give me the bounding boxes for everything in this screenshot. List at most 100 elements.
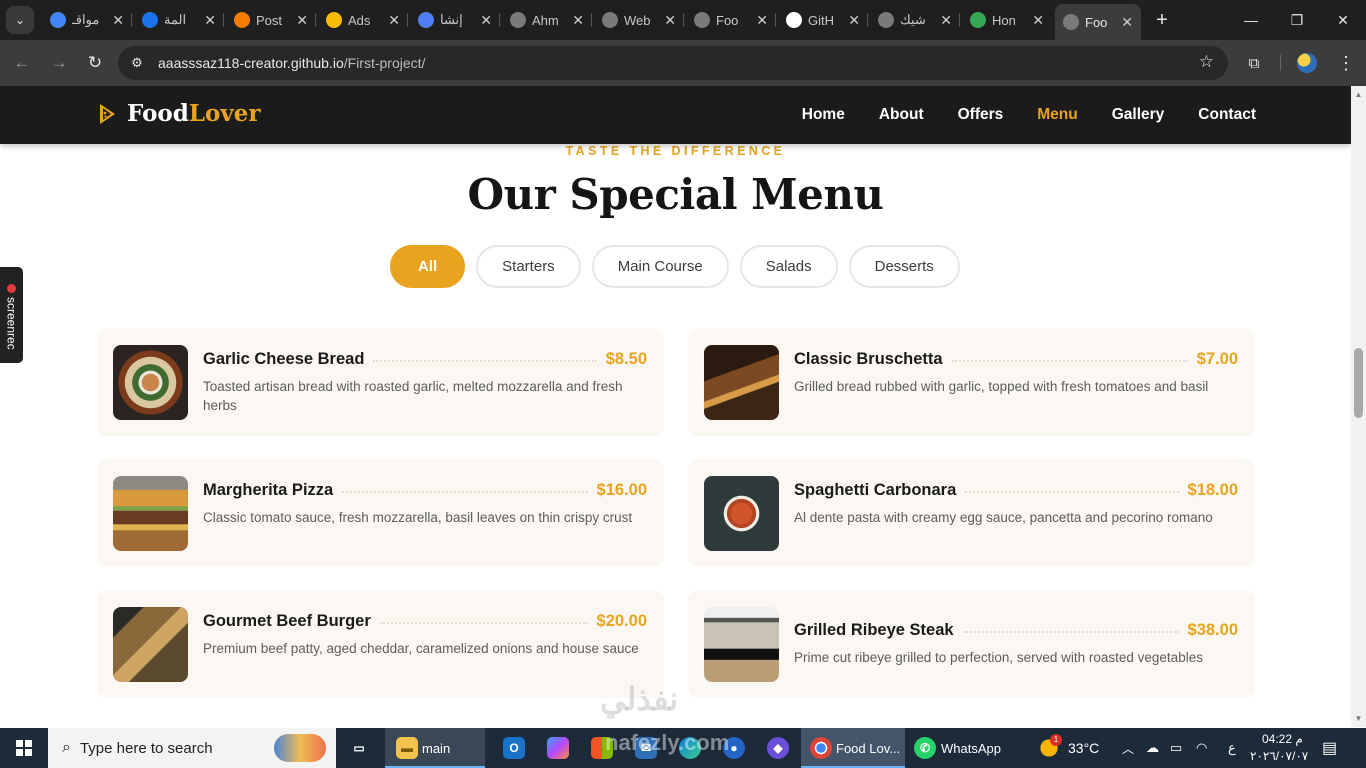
browser-tab[interactable]: Web ✕ bbox=[594, 6, 684, 34]
start-button[interactable] bbox=[0, 728, 48, 768]
whatsapp-icon: ✆ bbox=[914, 737, 936, 759]
screenrec-widget[interactable]: screenrec bbox=[0, 267, 23, 363]
onedrive-icon[interactable]: ☁ bbox=[1146, 728, 1159, 768]
weather-widget[interactable]: 1 33°C bbox=[1038, 728, 1099, 768]
battery-icon[interactable]: ▭ bbox=[1170, 728, 1182, 768]
browser-tab[interactable]: Foo ✕ bbox=[686, 6, 776, 34]
browser-menu-icon[interactable]: ⋮ bbox=[1336, 52, 1356, 74]
explorer-entry[interactable]: ▬ main bbox=[396, 728, 450, 768]
tab-close-icon[interactable]: ✕ bbox=[750, 12, 768, 29]
restore-button[interactable]: ❐ bbox=[1274, 0, 1320, 40]
chrome-label: Food Lov... bbox=[836, 740, 901, 756]
minimize-button[interactable]: — bbox=[1228, 0, 1274, 40]
task-view-button[interactable]: ▭ bbox=[348, 728, 370, 768]
menu-item-description: Premium beef patty, aged cheddar, carame… bbox=[203, 641, 639, 656]
brand-logo[interactable]: Food Lover bbox=[98, 100, 260, 127]
menu-item-card[interactable]: Gourmet Beef Burger $20.00 Premium beef pa… bbox=[97, 590, 664, 698]
address-bar[interactable]: ⚙ aaasssaz118-creator.github.io/First-pr… bbox=[118, 46, 1228, 80]
filter-all-button[interactable]: All bbox=[390, 245, 466, 288]
search-icon: ⌕ bbox=[62, 739, 71, 756]
browser-tab[interactable]: شيك ✕ bbox=[870, 6, 960, 34]
taskbar-search[interactable]: ⌕ Type here to search bbox=[48, 728, 336, 768]
site-info-icon[interactable]: ⚙ bbox=[128, 54, 146, 72]
filter-desserts-button[interactable]: Desserts bbox=[848, 245, 960, 288]
menu-item-name: Margherita Pizza bbox=[203, 481, 334, 499]
menu-item-description: Classic tomato sauce, fresh mozzarella, … bbox=[203, 510, 633, 525]
profile-avatar[interactable] bbox=[1297, 53, 1317, 73]
browser-tab[interactable]: Ahm ✕ bbox=[502, 6, 592, 34]
url-text[interactable]: aaasssaz118-creator.github.io/First-proj… bbox=[158, 55, 425, 71]
menu-item-header: Classic Bruschetta $7.00 bbox=[794, 350, 1238, 369]
clock-date[interactable]: ٢٠٢٦/٠٧/٠٧ bbox=[1250, 749, 1308, 763]
tab-close-icon[interactable]: ✕ bbox=[474, 12, 492, 29]
scrollbar-thumb[interactable] bbox=[1354, 348, 1363, 418]
menu-item-card[interactable]: Margherita Pizza $16.00 Classic tomato sau… bbox=[97, 459, 664, 567]
brave-button[interactable]: ◆ bbox=[767, 728, 789, 768]
tab-title: GitH bbox=[808, 12, 834, 28]
wifi-icon[interactable]: ◠ bbox=[1196, 728, 1207, 768]
tab-close-icon[interactable]: ✕ bbox=[658, 12, 676, 29]
tab-close-icon[interactable]: ✕ bbox=[566, 12, 584, 29]
menu-item-card[interactable]: Grilled Ribeye Steak $38.00 Prime cut ribe… bbox=[688, 590, 1255, 698]
tab-close-icon[interactable]: ✕ bbox=[842, 12, 860, 29]
tab-close-icon[interactable]: ✕ bbox=[106, 12, 124, 29]
reload-button[interactable]: ↻ bbox=[81, 49, 109, 77]
nav-link-about[interactable]: About bbox=[879, 106, 924, 124]
clock-time[interactable]: 04:22 م bbox=[1262, 732, 1303, 746]
menu-item-card[interactable]: Classic Bruschetta $7.00 Grilled bread rub… bbox=[688, 328, 1255, 436]
filter-starters-button[interactable]: Starters bbox=[476, 245, 581, 288]
screenrec-label: screenrec bbox=[4, 297, 19, 350]
chrome-entry[interactable]: Food Lov... bbox=[810, 728, 900, 768]
tab-close-icon[interactable]: ✕ bbox=[934, 12, 952, 29]
globe-icon bbox=[510, 12, 526, 28]
tab-close-icon[interactable]: ✕ bbox=[382, 12, 400, 29]
folder-icon: ▬ bbox=[396, 737, 418, 759]
copilot-button[interactable] bbox=[547, 728, 569, 768]
nav-link-home[interactable]: Home bbox=[802, 106, 845, 124]
browser-tab[interactable]: GitH ✕ bbox=[778, 6, 868, 34]
menu-item-header: Spaghetti Carbonara $18.00 bbox=[794, 481, 1238, 500]
store-button[interactable] bbox=[591, 728, 613, 768]
browser-tab[interactable]: المة ✕ bbox=[134, 6, 224, 34]
new-tab-button[interactable]: + bbox=[1150, 8, 1174, 32]
menu-item-card[interactable]: Garlic Cheese Bread $8.50 Toasted artisan … bbox=[97, 328, 664, 436]
nav-link-contact[interactable]: Contact bbox=[1198, 106, 1256, 124]
filter-main-course-button[interactable]: Main Course bbox=[591, 245, 729, 288]
tray-overflow-icon[interactable]: ︿ bbox=[1122, 728, 1134, 768]
menu-filter-group: All Starters Main Course Salads Desserts bbox=[390, 245, 960, 288]
section-eyebrow: TASTE THE DIFFERENCE bbox=[565, 144, 786, 158]
back-button[interactable]: ← bbox=[8, 49, 36, 77]
nav-link-offers[interactable]: Offers bbox=[958, 106, 1004, 124]
scroll-down-arrow[interactable]: ▼ bbox=[1353, 714, 1364, 724]
tab-close-icon[interactable]: ✕ bbox=[1115, 14, 1133, 31]
teams-button[interactable]: ● bbox=[723, 728, 745, 768]
close-window-button[interactable]: ✕ bbox=[1320, 0, 1366, 40]
tab-search-button[interactable]: ⌄ bbox=[6, 6, 34, 34]
language-indicator[interactable]: ع bbox=[1228, 728, 1236, 768]
filter-salads-button[interactable]: Salads bbox=[739, 245, 838, 288]
notification-icon[interactable]: ▤ bbox=[1322, 728, 1337, 768]
nav-link-gallery[interactable]: Gallery bbox=[1112, 106, 1165, 124]
nav-link-menu[interactable]: Menu bbox=[1037, 106, 1077, 124]
browser-tab[interactable]: مواقـ ✕ bbox=[42, 6, 132, 34]
mail-button[interactable]: ✉ bbox=[635, 728, 657, 768]
tab-close-icon[interactable]: ✕ bbox=[1026, 12, 1044, 29]
outlook-button[interactable]: O bbox=[503, 728, 525, 768]
tab-close-icon[interactable]: ✕ bbox=[290, 12, 308, 29]
tab-close-icon[interactable]: ✕ bbox=[198, 12, 216, 29]
menu-item-card[interactable]: Spaghetti Carbonara $18.00 Al dente pasta … bbox=[688, 459, 1255, 567]
scroll-up-arrow[interactable]: ▲ bbox=[1353, 90, 1364, 100]
browser-tab[interactable]: إنشا ✕ bbox=[410, 6, 500, 34]
menu-item-header: Grilled Ribeye Steak $38.00 bbox=[794, 621, 1238, 640]
globe-icon bbox=[878, 12, 894, 28]
extensions-icon[interactable]: ⧉ bbox=[1243, 52, 1265, 74]
forward-button[interactable]: → bbox=[45, 49, 73, 77]
edge-button[interactable] bbox=[679, 728, 701, 768]
browser-tab[interactable]: Post ✕ bbox=[226, 6, 316, 34]
tab-title: Foo bbox=[716, 12, 739, 28]
browser-tab[interactable]: Ads ✕ bbox=[318, 6, 408, 34]
browser-tab[interactable]: Foo ✕ bbox=[1055, 4, 1141, 40]
whatsapp-entry[interactable]: ✆ WhatsApp bbox=[914, 728, 1001, 768]
bookmark-star-icon[interactable]: ☆ bbox=[1199, 52, 1214, 72]
browser-tab[interactable]: Hon ✕ bbox=[962, 6, 1052, 34]
